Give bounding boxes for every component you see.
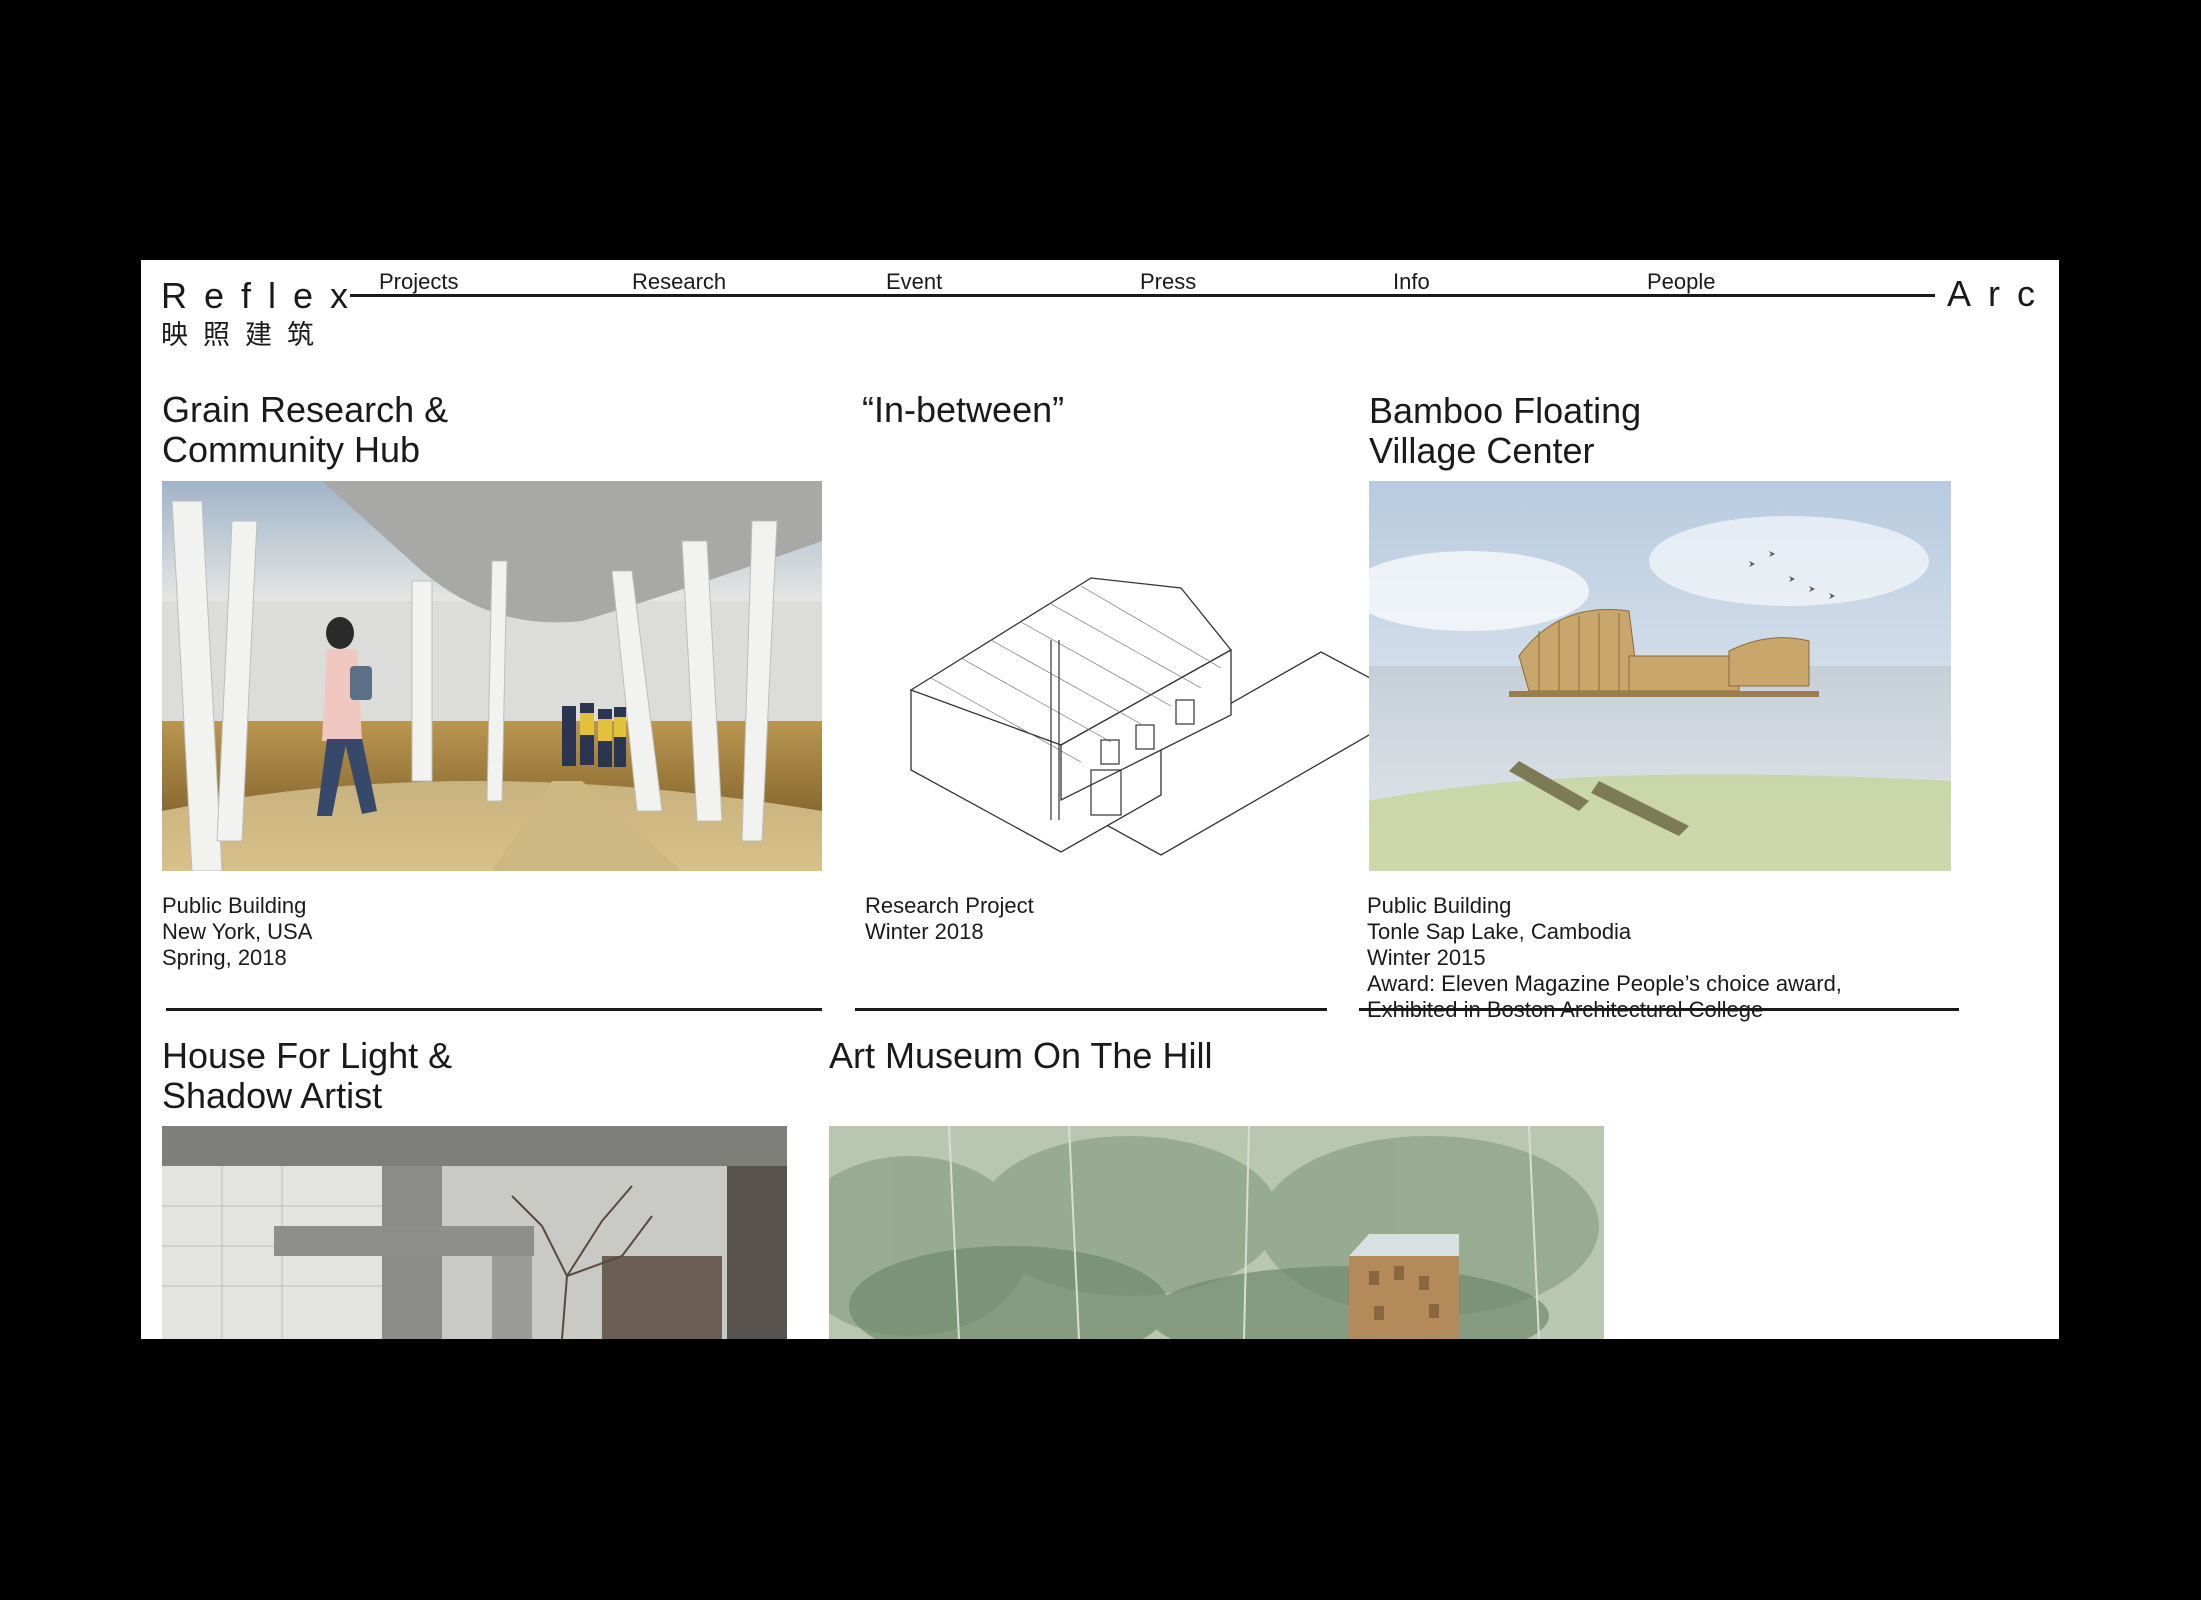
logo-text: Reflex xyxy=(161,275,366,316)
project-title-in-between[interactable]: “In-between” xyxy=(862,390,1064,430)
title-line-1: Bamboo Floating xyxy=(1369,390,1642,431)
meta-location: New York, USA xyxy=(162,919,313,944)
title-line-1: “In-between” xyxy=(862,389,1065,430)
nav-research[interactable]: Research xyxy=(632,270,726,294)
meta-date: Winter 2015 xyxy=(1367,945,1486,970)
divider-rule xyxy=(1359,1008,1959,1011)
title-line-2: Village Center xyxy=(1369,430,1595,471)
page: Reflex 映照建筑 Projects Research Event Pres… xyxy=(141,260,2059,1339)
nav-info[interactable]: Info xyxy=(1393,270,1430,294)
meta-type: Public Building xyxy=(1367,893,1512,918)
nav-press[interactable]: Press xyxy=(1140,270,1196,294)
brand-suffix: Arc xyxy=(1947,273,2052,314)
project-title-art-museum[interactable]: Art Museum On The Hill xyxy=(829,1036,1212,1076)
project-meta-grain-research: Public Building New York, USA Spring, 20… xyxy=(162,893,312,971)
meta-date: Spring, 2018 xyxy=(162,945,287,970)
nav-divider xyxy=(350,294,1935,297)
divider-rule xyxy=(855,1008,1327,1011)
title-line-1: House For Light & xyxy=(162,1035,453,1076)
logo-chinese-text: 映照建筑 xyxy=(161,320,329,350)
title-line-2: Community Hub xyxy=(162,429,421,470)
nav-projects[interactable]: Projects xyxy=(379,270,458,294)
logo[interactable]: Reflex 映照建筑 xyxy=(161,275,366,351)
meta-date: Winter 2018 xyxy=(865,919,984,944)
project-title-house-for-light[interactable]: House For Light & Shadow Artist xyxy=(162,1036,452,1116)
title-line-2: Shadow Artist xyxy=(162,1075,383,1116)
project-image-grain-research[interactable] xyxy=(162,481,822,871)
title-line-1: Art Museum On The Hill xyxy=(829,1035,1213,1076)
nav-event[interactable]: Event xyxy=(886,270,942,294)
title-line-1: Grain Research & xyxy=(162,389,449,430)
divider-rule xyxy=(166,1008,822,1011)
nav-people[interactable]: People xyxy=(1647,270,1716,294)
project-image-bamboo-floating[interactable] xyxy=(1369,481,1951,871)
meta-award: Award: Eleven Magazine People’s choice a… xyxy=(1367,971,1842,996)
project-title-bamboo-floating[interactable]: Bamboo Floating Village Center xyxy=(1369,391,1641,471)
project-image-house-for-light[interactable] xyxy=(162,1126,787,1339)
meta-type: Research Project xyxy=(865,893,1034,918)
project-image-art-museum[interactable] xyxy=(829,1126,1604,1339)
project-meta-in-between: Research Project Winter 2018 xyxy=(865,893,1034,945)
meta-type: Public Building xyxy=(162,893,307,918)
project-image-in-between[interactable] xyxy=(901,500,1441,860)
project-meta-bamboo-floating: Public Building Tonle Sap Lake, Cambodia… xyxy=(1367,893,1842,1023)
meta-location: Tonle Sap Lake, Cambodia xyxy=(1367,919,1632,944)
project-title-grain-research[interactable]: Grain Research & Community Hub xyxy=(162,390,448,470)
